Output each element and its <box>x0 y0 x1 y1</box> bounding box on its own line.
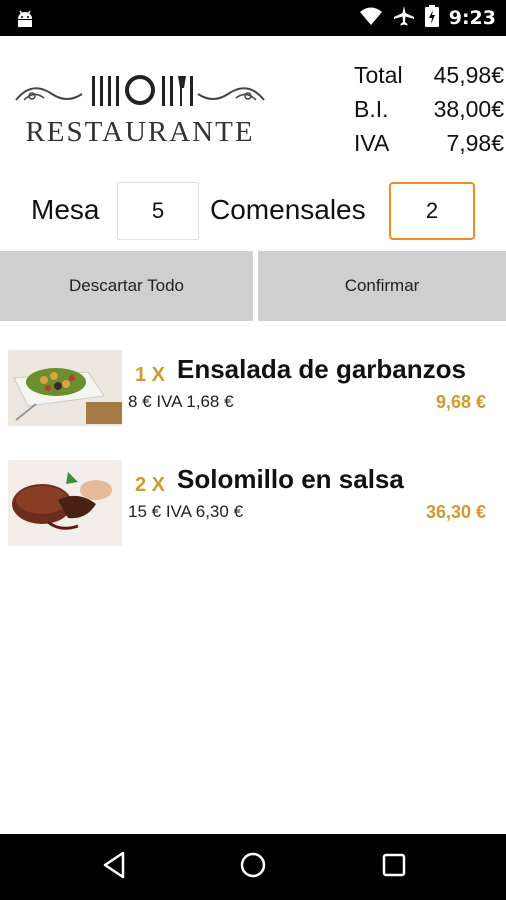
list-item[interactable]: 2 X Solomillo en salsa 15 € IVA 6,30 € 3… <box>0 460 506 560</box>
item-total: 36,30 € <box>425 502 486 522</box>
item-price-detail: 8 € IVA 1,68 € <box>128 392 234 412</box>
totals-summary: Total 45,98€ B.I. 38,00€ IVA 7,98€ <box>354 58 504 160</box>
status-clock: 9:23 <box>448 7 496 29</box>
item-total: 9,68 € <box>435 392 486 412</box>
mesa-label: Mesa <box>31 194 100 225</box>
comensales-label: Comensales <box>210 194 366 225</box>
iva-value: 7,98€ <box>446 129 504 156</box>
chickpea-salad-photo <box>8 350 122 426</box>
home-icon <box>239 851 267 884</box>
back-button[interactable] <box>84 834 144 900</box>
total-row: Total 45,98€ <box>354 58 504 92</box>
discard-all-button[interactable]: Descartar Todo <box>0 251 253 321</box>
item-price: 15 € <box>128 502 162 521</box>
comensales-input[interactable]: 2 <box>389 182 475 240</box>
navigation-bar <box>0 834 506 900</box>
confirm-button[interactable]: Confirmar <box>258 251 506 321</box>
item-iva: IVA 1,68 € <box>156 392 234 411</box>
table-info-row: Mesa 5 Comensales 2 <box>0 176 506 250</box>
bi-row: B.I. 38,00€ <box>354 92 504 126</box>
total-value: 45,98€ <box>433 61 504 88</box>
airplane-icon <box>393 5 415 32</box>
recents-button[interactable] <box>364 834 424 900</box>
iva-row: IVA 7,98€ <box>354 126 504 160</box>
wifi-icon <box>359 6 383 31</box>
battery-icon <box>424 4 439 32</box>
iva-label: IVA <box>354 129 390 156</box>
item-iva: IVA 6,30 € <box>165 502 244 521</box>
item-price: 8 € <box>128 392 152 411</box>
home-button[interactable] <box>223 834 283 900</box>
back-icon <box>101 851 127 884</box>
sirloin-steak-photo <box>8 460 122 546</box>
logo-text: RESTAURANTE <box>25 116 255 148</box>
mesa-input[interactable]: 5 <box>117 182 199 240</box>
header: RESTAURANTE Total 45,98€ B.I. 38,00€ IVA… <box>0 36 506 176</box>
item-quantity: 1 X <box>135 364 166 386</box>
item-price-detail: 15 € IVA 6,30 € <box>128 502 243 522</box>
list-item[interactable]: 1 X Ensalada de garbanzos 8 € IVA 1,68 €… <box>0 350 506 450</box>
item-name: Ensalada de garbanzos <box>177 354 466 384</box>
android-icon <box>14 8 36 28</box>
recents-icon <box>381 852 407 883</box>
status-bar: 9:23 <box>0 0 506 36</box>
bi-value: 38,00€ <box>433 95 504 122</box>
item-quantity: 2 X <box>135 474 166 496</box>
bi-label: B.I. <box>354 95 389 122</box>
item-name: Solomillo en salsa <box>177 464 404 494</box>
total-label: Total <box>354 61 403 88</box>
